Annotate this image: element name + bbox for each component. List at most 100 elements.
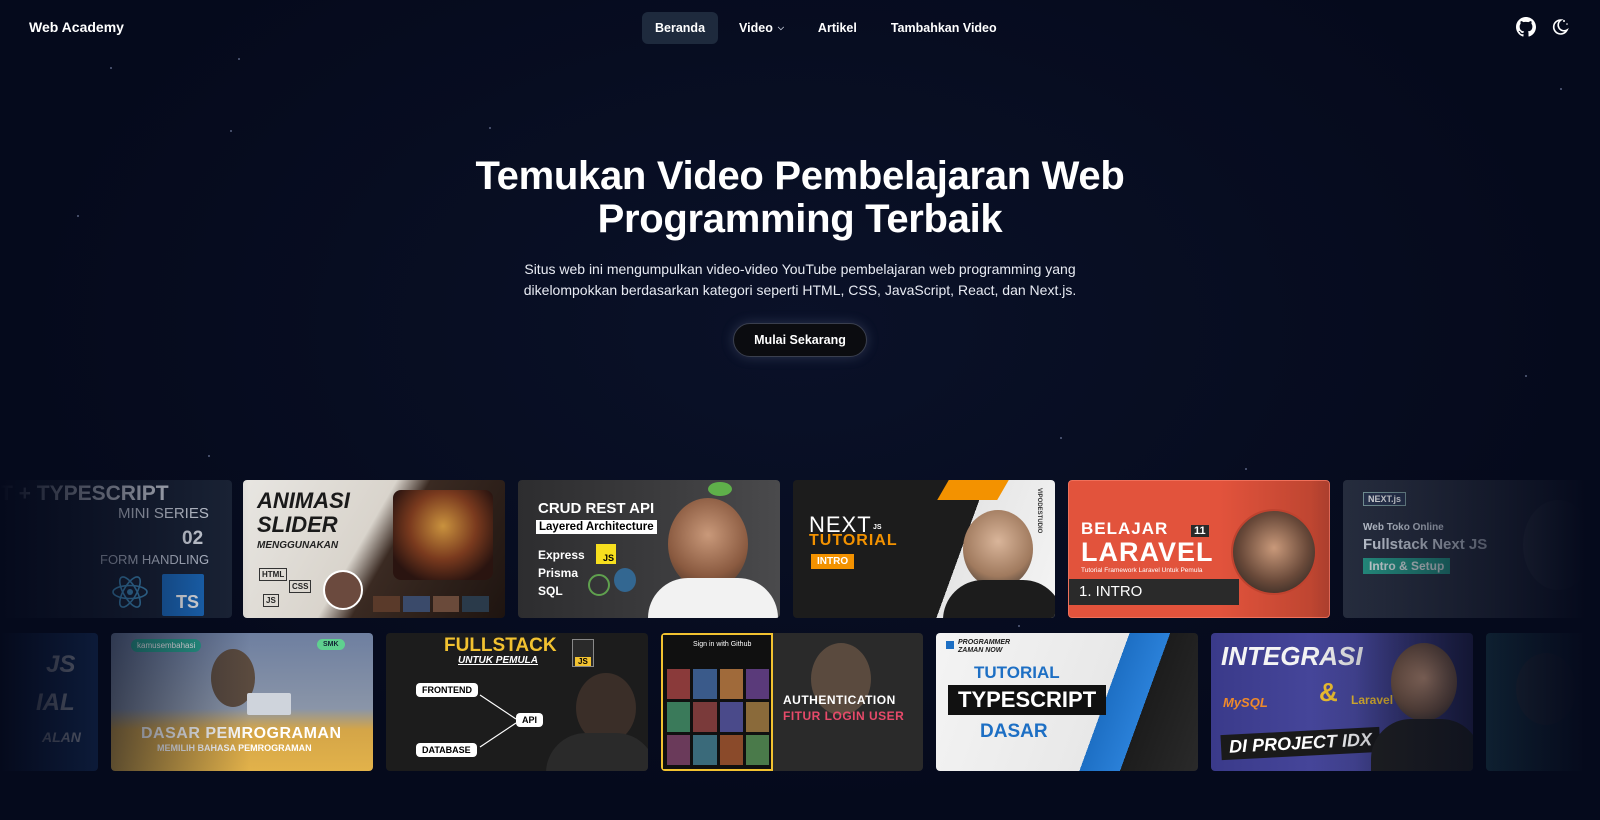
- presenter-photo: [1516, 653, 1576, 725]
- nav-item-label: Video: [739, 21, 773, 35]
- tech-label-express: Express: [538, 548, 585, 562]
- css-tag-label: CSS: [289, 580, 312, 593]
- channel-side-label: VIPODESTUDIO: [1036, 488, 1042, 534]
- video-thumbnail-dasar-pemrograman[interactable]: kamusembahasi SMK DASAR PEMROGRAMAN MEMI…: [111, 633, 373, 771]
- thumb-number: 02: [182, 528, 204, 549]
- video-thumbnail-crud-rest-api[interactable]: CRUD REST API Layered Architecture Expre…: [518, 480, 780, 618]
- nodejs-logo-icon: [588, 574, 610, 596]
- video-carousel-row-1: T + TYPESCRIPT MINI SERIES 02 FORM HANDL…: [0, 480, 1600, 618]
- js-logo-icon: JS: [596, 544, 616, 564]
- level-tag: SMK: [317, 639, 345, 650]
- frontend-node: FRONTEND: [416, 683, 478, 697]
- thumb-title-line2: SLIDER: [257, 512, 338, 537]
- episode-number: 11: [1191, 525, 1209, 537]
- thumb-title: TUTORIAL: [974, 663, 1060, 682]
- thumb-subtitle: IAL: [36, 689, 75, 716]
- postgresql-logo-icon: [614, 568, 636, 592]
- thumb-subtitle: UNTUK PEMULA: [458, 655, 538, 666]
- tech-label-sql: SQL: [538, 584, 563, 598]
- presenter-shirt: [648, 578, 778, 618]
- anime-poster-grid: [667, 669, 769, 765]
- github-login-mockup: Sign in with Github: [661, 633, 773, 771]
- star-decoration: [1245, 468, 1247, 470]
- hero-section: Temukan Video Pembelajaran Web Programmi…: [0, 155, 1600, 357]
- github-icon[interactable]: [1516, 17, 1536, 37]
- video-thumbnail-belajar-laravel[interactable]: BELAJAR LARAVEL 11 Tutorial Framework La…: [1068, 480, 1330, 618]
- video-thumbnail-authentication[interactable]: Sign in with Github AUTHENTICATION FITUR…: [661, 633, 923, 771]
- api-logo-icon: JS: [572, 639, 594, 667]
- nav-item-video[interactable]: Video ⌵: [726, 12, 797, 44]
- star-decoration: [489, 127, 491, 129]
- get-started-button[interactable]: Mulai Sekarang: [733, 323, 867, 357]
- presenter-shirt: [943, 580, 1055, 618]
- video-thumbnail-nextjs-tutorial[interactable]: NEXT JS TUTORIAL INTRO VIPODESTUDIO: [793, 480, 1055, 618]
- nextjs-logo-badge: NEXT.js: [1363, 492, 1407, 506]
- video-thumbnail-typescript-form[interactable]: T + TYPESCRIPT MINI SERIES 02 FORM HANDL…: [0, 480, 232, 618]
- thumb-subtitle: LARAVEL: [1081, 537, 1214, 567]
- video-thumbnail-partial[interactable]: [1486, 633, 1600, 771]
- video-thumbnail-fullstack-nextjs[interactable]: NEXT.js Web Toko Online Fullstack Next J…: [1343, 480, 1600, 618]
- database-node: DATABASE: [416, 743, 477, 757]
- mysql-logo-label: MySQL: [1223, 695, 1268, 710]
- thumb-title: JS: [46, 651, 76, 678]
- star-decoration: [230, 130, 232, 132]
- thumb-subtitle: FITUR LOGIN USER: [783, 709, 905, 723]
- laravel-logo-label: Laravel: [1351, 693, 1394, 707]
- js-tag-label: JS: [263, 594, 279, 607]
- thumb-caption: Web Toko Online: [1363, 522, 1444, 533]
- nav-item-artikel[interactable]: Artikel: [805, 12, 870, 44]
- intro-setup-tag: Intro & Setup: [1363, 558, 1451, 574]
- star-decoration: [1060, 437, 1062, 439]
- video-thumbnail-javascript-partial[interactable]: JS IAL ALAN: [0, 633, 98, 771]
- ampersand-label: &: [1319, 677, 1338, 707]
- channel-name: PROGRAMMER ZAMAN NOW: [958, 639, 1011, 654]
- star-decoration: [1560, 88, 1562, 90]
- thumb-caption: DASAR: [980, 721, 1048, 742]
- chevron-down-icon: ⌵: [777, 23, 784, 32]
- presenter-photo: [1391, 643, 1457, 721]
- thumb-caption: FORM HANDLING: [100, 552, 210, 567]
- thumb-caption: Tutorial Framework Laravel Untuk Pemula: [1081, 567, 1203, 574]
- thumb-title: DASAR PEMROGRAMAN: [141, 725, 342, 742]
- thumb-title: AUTHENTICATION: [783, 693, 896, 707]
- thumb-subtitle: MEMILIH BAHASA PEMROGRAMAN: [157, 743, 312, 753]
- site-brand[interactable]: Web Academy: [29, 19, 124, 35]
- thumb-title: FULLSTACK: [444, 635, 557, 656]
- nav-item-label: Beranda: [655, 21, 706, 35]
- thumb-subtitle: MINI SERIES: [118, 505, 209, 522]
- video-thumbnail-fullstack-pemula[interactable]: FULLSTACK UNTUK PEMULA JS FRONTEND API D…: [386, 633, 648, 771]
- nav-item-tambahkan-video[interactable]: Tambahkan Video: [878, 12, 1010, 44]
- star-decoration: [110, 67, 112, 69]
- typescript-logo-icon: TS: [162, 574, 204, 616]
- star-decoration: [1525, 375, 1527, 377]
- slider-preview-strip: [373, 596, 489, 612]
- video-thumbnail-animasi-slider[interactable]: ANIMASI SLIDER MENGGUNAKAN HTML CSS JS: [243, 480, 505, 618]
- part-label: 1. INTRO: [1079, 583, 1143, 600]
- thumb-title: INTEGRASI: [1221, 641, 1363, 671]
- presenter-shirt: [1371, 719, 1473, 771]
- thumb-subtitle: DI PROJECT IDX: [1220, 726, 1381, 761]
- thumb-title: ANIMASI: [257, 488, 350, 513]
- hero-description: Situs web ini mengumpulkan video-video Y…: [523, 261, 1077, 298]
- thumb-subtitle: TYPESCRIPT: [948, 685, 1107, 715]
- frog-icon: [708, 482, 732, 496]
- mockup-header: Sign in with Github: [693, 641, 752, 648]
- video-thumbnail-integrasi-mysql-laravel[interactable]: INTEGRASI & MySQL Laravel DI PROJECT IDX: [1211, 633, 1473, 771]
- star-decoration: [1018, 625, 1020, 627]
- channel-badge: kamusembahasi: [131, 639, 202, 652]
- thumb-title: BELAJAR: [1081, 519, 1169, 538]
- nav-icons: [1516, 17, 1570, 37]
- thumb-subtitle: TUTORIAL: [809, 532, 898, 549]
- video-thumbnail-typescript-dasar[interactable]: PROGRAMMER ZAMAN NOW TUTORIAL TYPESCRIPT…: [936, 633, 1198, 771]
- star-decoration: [238, 58, 240, 60]
- presenter-photo: [668, 498, 748, 590]
- tech-label-prisma: Prisma: [538, 566, 579, 580]
- video-carousel-row-2: JS IAL ALAN kamusembahasi SMK DASAR PEMR…: [0, 633, 1600, 771]
- theme-toggle-icon[interactable]: [1550, 17, 1570, 37]
- nav-item-beranda[interactable]: Beranda: [642, 12, 719, 44]
- character-artwork: [393, 490, 493, 580]
- thumb-js-label: JS: [873, 524, 882, 531]
- thumb-title: Fullstack Next JS: [1363, 536, 1488, 553]
- bottom-band: 1. INTRO: [1069, 579, 1239, 605]
- star-decoration: [208, 455, 210, 457]
